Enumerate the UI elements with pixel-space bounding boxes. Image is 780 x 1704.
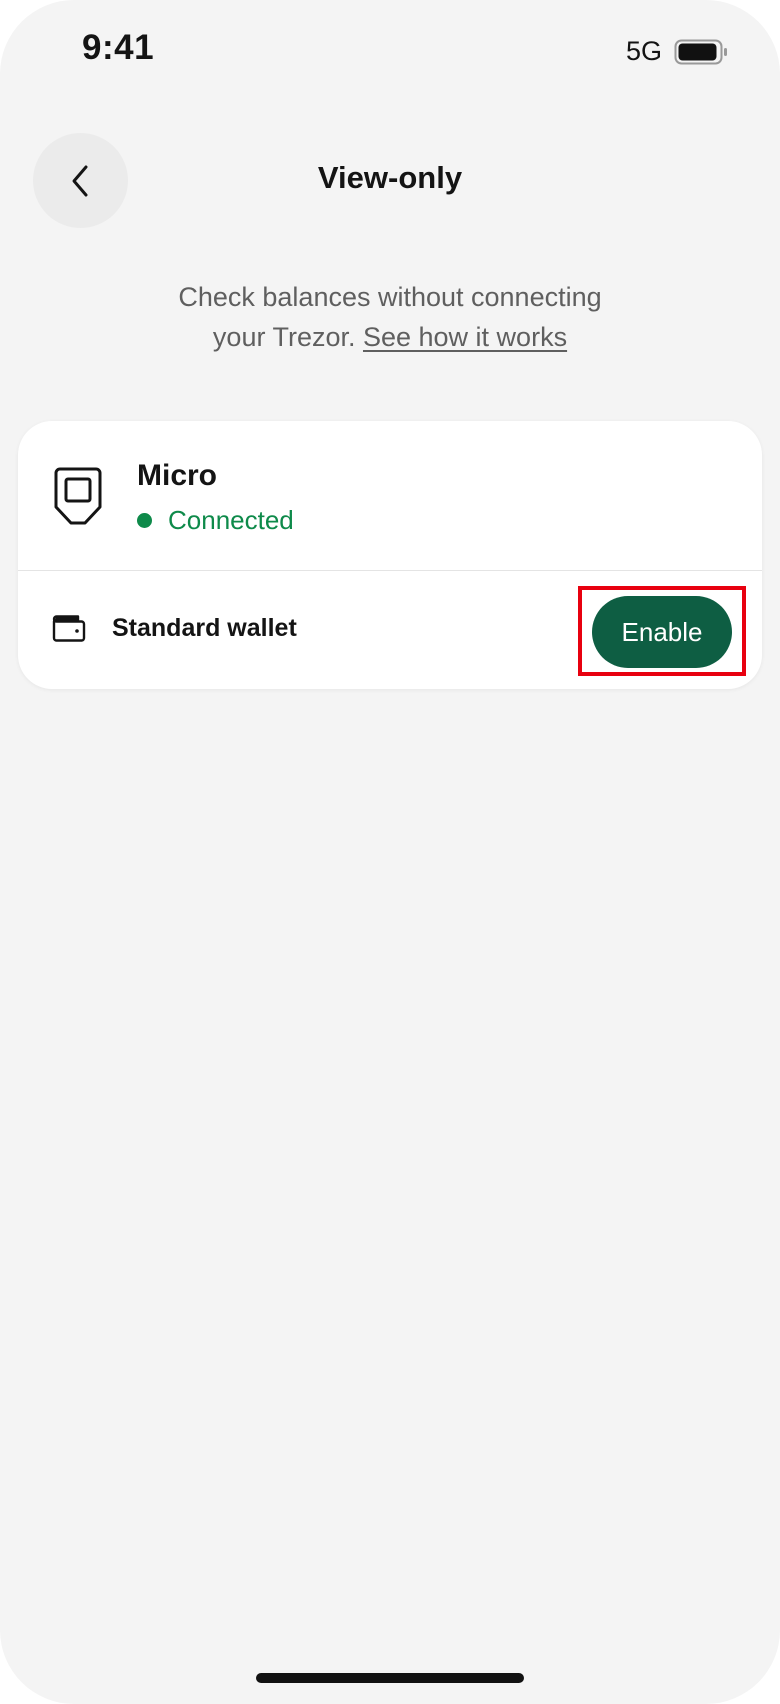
- phone-screen: 9:41 5G View-only Check balances without…: [0, 0, 780, 1704]
- status-indicators: 5G: [626, 36, 728, 67]
- wallet-icon: [52, 615, 86, 642]
- intro-line-2-prefix: your Trezor.: [212, 322, 363, 352]
- intro-text: Check balances without connecting your T…: [100, 277, 680, 357]
- status-time: 9:41: [82, 28, 155, 67]
- connection-status: Connected: [137, 505, 294, 536]
- wallet-label: Standard wallet: [112, 614, 297, 642]
- page-title: View-only: [317, 160, 463, 195]
- status-text: Connected: [168, 505, 294, 535]
- see-how-it-works-link[interactable]: See how it works: [363, 322, 567, 352]
- intro-line-2: your Trezor. See how it works: [100, 317, 680, 357]
- intro-line-1: Check balances without connecting: [178, 282, 602, 312]
- device-header: Micro Connected: [18, 421, 762, 571]
- status-dot: [137, 513, 152, 528]
- home-indicator[interactable]: [256, 1673, 524, 1683]
- enable-button[interactable]: Enable: [592, 596, 732, 668]
- device-name: Micro: [137, 459, 218, 492]
- trezor-device-icon: [54, 467, 102, 525]
- battery-icon: [674, 39, 727, 64]
- network-label: 5G: [625, 36, 662, 66]
